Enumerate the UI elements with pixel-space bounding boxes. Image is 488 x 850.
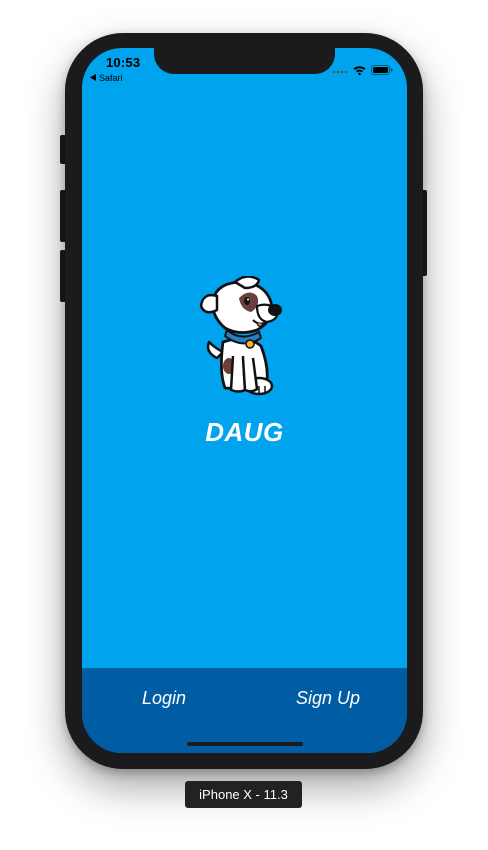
simulator-device-label: iPhone X - 11.3 xyxy=(185,781,302,808)
simulator-stage: 10:53 Safari DAUG Login Sign Up iPhone X… xyxy=(0,0,488,850)
back-arrow-icon xyxy=(90,73,97,83)
device-notch xyxy=(154,48,335,74)
splash-content: DAUG xyxy=(82,275,407,448)
wifi-icon xyxy=(353,62,366,80)
back-app-label: Safari xyxy=(99,73,123,83)
app-title: DAUG xyxy=(205,417,284,447)
home-indicator[interactable] xyxy=(187,742,303,746)
back-to-safari-link[interactable]: Safari xyxy=(90,73,123,83)
dog-mascot-icon xyxy=(195,275,295,411)
signup-button[interactable]: Sign Up xyxy=(296,688,360,709)
battery-icon xyxy=(371,62,393,80)
status-time: 10:53 xyxy=(106,55,141,70)
app-screen: 10:53 Safari DAUG Login Sign Up xyxy=(82,48,407,753)
status-icons xyxy=(332,62,393,80)
login-button[interactable]: Login xyxy=(142,688,186,709)
auth-tabbar: Login Sign Up xyxy=(82,668,407,753)
signal-icon xyxy=(332,62,348,80)
